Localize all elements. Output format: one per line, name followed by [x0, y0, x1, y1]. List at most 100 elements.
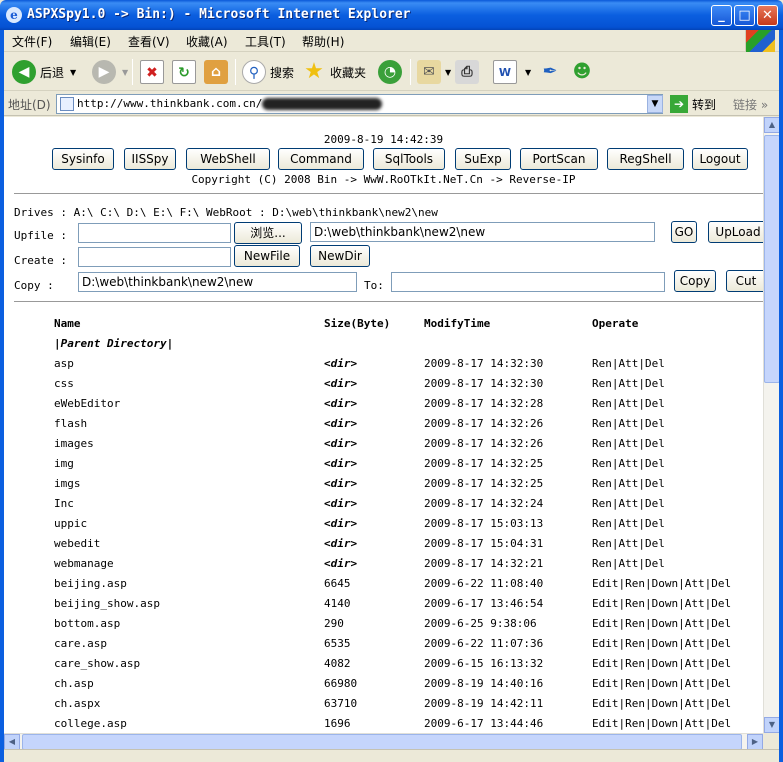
newfile-button[interactable]: NewFile	[234, 245, 300, 267]
messenger-button[interactable]: ☻	[570, 58, 594, 86]
forward-button[interactable]: ▶ ▼	[92, 58, 128, 86]
command-button[interactable]: Command	[278, 148, 364, 170]
file-operations[interactable]: Ren|Att|Del	[592, 433, 762, 453]
refresh-button[interactable]: ↻	[172, 58, 196, 86]
file-name[interactable]: asp	[54, 353, 324, 373]
regshell-button[interactable]: RegShell	[607, 148, 684, 170]
minimize-button[interactable]: _	[711, 5, 732, 26]
vertical-scroll-thumb[interactable]	[764, 135, 780, 383]
address-input[interactable]: http://www.thinkbank.com.cn/	[56, 94, 663, 114]
suexp-button[interactable]: SuExp	[455, 148, 511, 170]
portscan-button[interactable]: PortScan	[520, 148, 598, 170]
file-name[interactable]: images	[54, 433, 324, 453]
file-operations[interactable]: Ren|Att|Del	[592, 473, 762, 493]
file-operations[interactable]: Ren|Att|Del	[592, 513, 762, 533]
file-name[interactable]: uppic	[54, 513, 324, 533]
upfile-input[interactable]	[78, 223, 231, 243]
horizontal-scroll-thumb[interactable]	[22, 734, 742, 750]
back-dropdown-icon[interactable]: ▼	[70, 68, 76, 77]
file-operations[interactable]: Edit|Ren|Down|Att|Del	[592, 613, 762, 633]
file-name[interactable]: css	[54, 373, 324, 393]
file-operations[interactable]: Ren|Att|Del	[592, 413, 762, 433]
file-operations[interactable]: Ren|Att|Del	[592, 393, 762, 413]
file-operations[interactable]: Edit|Ren|Down|Att|Del	[592, 593, 762, 613]
parent-directory-link[interactable]: |Parent Directory|	[54, 333, 762, 353]
file-name[interactable]: Inc	[54, 493, 324, 513]
file-name[interactable]: care.asp	[54, 633, 324, 653]
file-operations[interactable]: Edit|Ren|Down|Att|Del	[592, 653, 762, 673]
vertical-scrollbar[interactable]: ▲ ▼	[763, 117, 780, 733]
scroll-left-icon[interactable]: ◀	[4, 734, 20, 750]
file-operations[interactable]: Ren|Att|Del	[592, 493, 762, 513]
file-operations[interactable]: Ren|Att|Del	[592, 353, 762, 373]
forward-dropdown-icon[interactable]: ▼	[122, 68, 128, 77]
file-name[interactable]: beijing.asp	[54, 573, 324, 593]
maximize-button[interactable]: □	[734, 5, 755, 26]
file-operations[interactable]: Ren|Att|Del	[592, 553, 762, 573]
copy-button[interactable]: Copy	[674, 270, 716, 292]
column-header-size[interactable]: Size(Byte)	[324, 313, 424, 333]
logout-button[interactable]: Logout	[692, 148, 748, 170]
search-button[interactable]: ⚲ 搜索	[242, 58, 294, 86]
file-name[interactable]: webmanage	[54, 553, 324, 573]
home-button[interactable]: ⌂	[204, 58, 228, 86]
copy-target-input[interactable]	[391, 272, 665, 292]
file-name[interactable]: beijing_show.asp	[54, 593, 324, 613]
horizontal-scrollbar[interactable]: ◀ ▶	[4, 733, 763, 750]
mail-dropdown-icon[interactable]: ▼	[445, 68, 451, 77]
stop-button[interactable]: ✖	[140, 58, 164, 86]
go-button[interactable]: ➔ 转到	[670, 95, 716, 113]
mail-button[interactable]: ✉ ▼	[417, 58, 451, 86]
iisspy-button[interactable]: IISSpy	[124, 148, 176, 170]
menu-help[interactable]: 帮助(H)	[302, 33, 344, 50]
file-name[interactable]: bottom.asp	[54, 613, 324, 633]
print-button[interactable]: ⎙	[455, 58, 479, 86]
scroll-right-icon[interactable]: ▶	[747, 734, 763, 750]
title-bar[interactable]: e ASPXSpy1.0 -> Bin:) - Microsoft Intern…	[0, 0, 783, 30]
menu-edit[interactable]: 编辑(E)	[70, 33, 111, 50]
file-operations[interactable]: Ren|Att|Del	[592, 533, 762, 553]
file-operations[interactable]: Edit|Ren|Down|Att|Del	[592, 693, 762, 713]
file-name[interactable]: eWebEditor	[54, 393, 324, 413]
create-input[interactable]	[78, 247, 231, 267]
webshell-button[interactable]: WebShell	[186, 148, 270, 170]
menu-tools[interactable]: 工具(T)	[245, 33, 286, 50]
file-name[interactable]: ch.asp	[54, 673, 324, 693]
file-name[interactable]: webedit	[54, 533, 324, 553]
file-name[interactable]: img	[54, 453, 324, 473]
file-operations[interactable]: Edit|Ren|Down|Att|Del	[592, 713, 762, 733]
file-name[interactable]: imgs	[54, 473, 324, 493]
menu-favorites[interactable]: 收藏(A)	[186, 33, 228, 50]
address-dropdown-icon[interactable]: ▼	[647, 95, 663, 113]
menu-view[interactable]: 查看(V)	[128, 33, 170, 50]
browse-button[interactable]: 浏览...	[234, 222, 302, 244]
newdir-button[interactable]: NewDir	[310, 245, 370, 267]
favorites-button[interactable]: ★ 收藏夹	[302, 58, 366, 86]
go-upload-button[interactable]: GO	[671, 221, 697, 243]
copy-source-input[interactable]: D:\web\thinkbank\new2\new	[78, 272, 357, 292]
file-operations[interactable]: Ren|Att|Del	[592, 453, 762, 473]
edit-word-button[interactable]: W ▼	[493, 58, 531, 86]
close-button[interactable]: ✕	[757, 5, 778, 26]
scroll-up-icon[interactable]: ▲	[764, 117, 780, 133]
upload-path-input[interactable]: D:\web\thinkbank\new2\new	[310, 222, 655, 242]
file-operations[interactable]: Edit|Ren|Down|Att|Del	[592, 633, 762, 653]
edit-dropdown-icon[interactable]: ▼	[525, 68, 531, 77]
sqltools-button[interactable]: SqlTools	[373, 148, 445, 170]
file-name[interactable]: flash	[54, 413, 324, 433]
back-button[interactable]: ◀ 后退 ▼	[12, 58, 76, 86]
discuss-button[interactable]: ✒	[538, 58, 562, 86]
column-header-modifytime[interactable]: ModifyTime	[424, 313, 592, 333]
file-name[interactable]: care_show.asp	[54, 653, 324, 673]
upload-button[interactable]: UpLoad	[708, 221, 763, 243]
file-name[interactable]: ch.aspx	[54, 693, 324, 713]
history-button[interactable]: ◔	[378, 58, 402, 86]
links-button[interactable]: 链接 »	[733, 96, 768, 113]
file-name[interactable]: college.asp	[54, 713, 324, 733]
column-header-operate[interactable]: Operate	[592, 313, 762, 333]
file-operations[interactable]: Edit|Ren|Down|Att|Del	[592, 573, 762, 593]
sysinfo-button[interactable]: Sysinfo	[52, 148, 114, 170]
file-operations[interactable]: Ren|Att|Del	[592, 373, 762, 393]
file-operations[interactable]: Edit|Ren|Down|Att|Del	[592, 673, 762, 693]
menu-file[interactable]: 文件(F)	[12, 33, 52, 50]
